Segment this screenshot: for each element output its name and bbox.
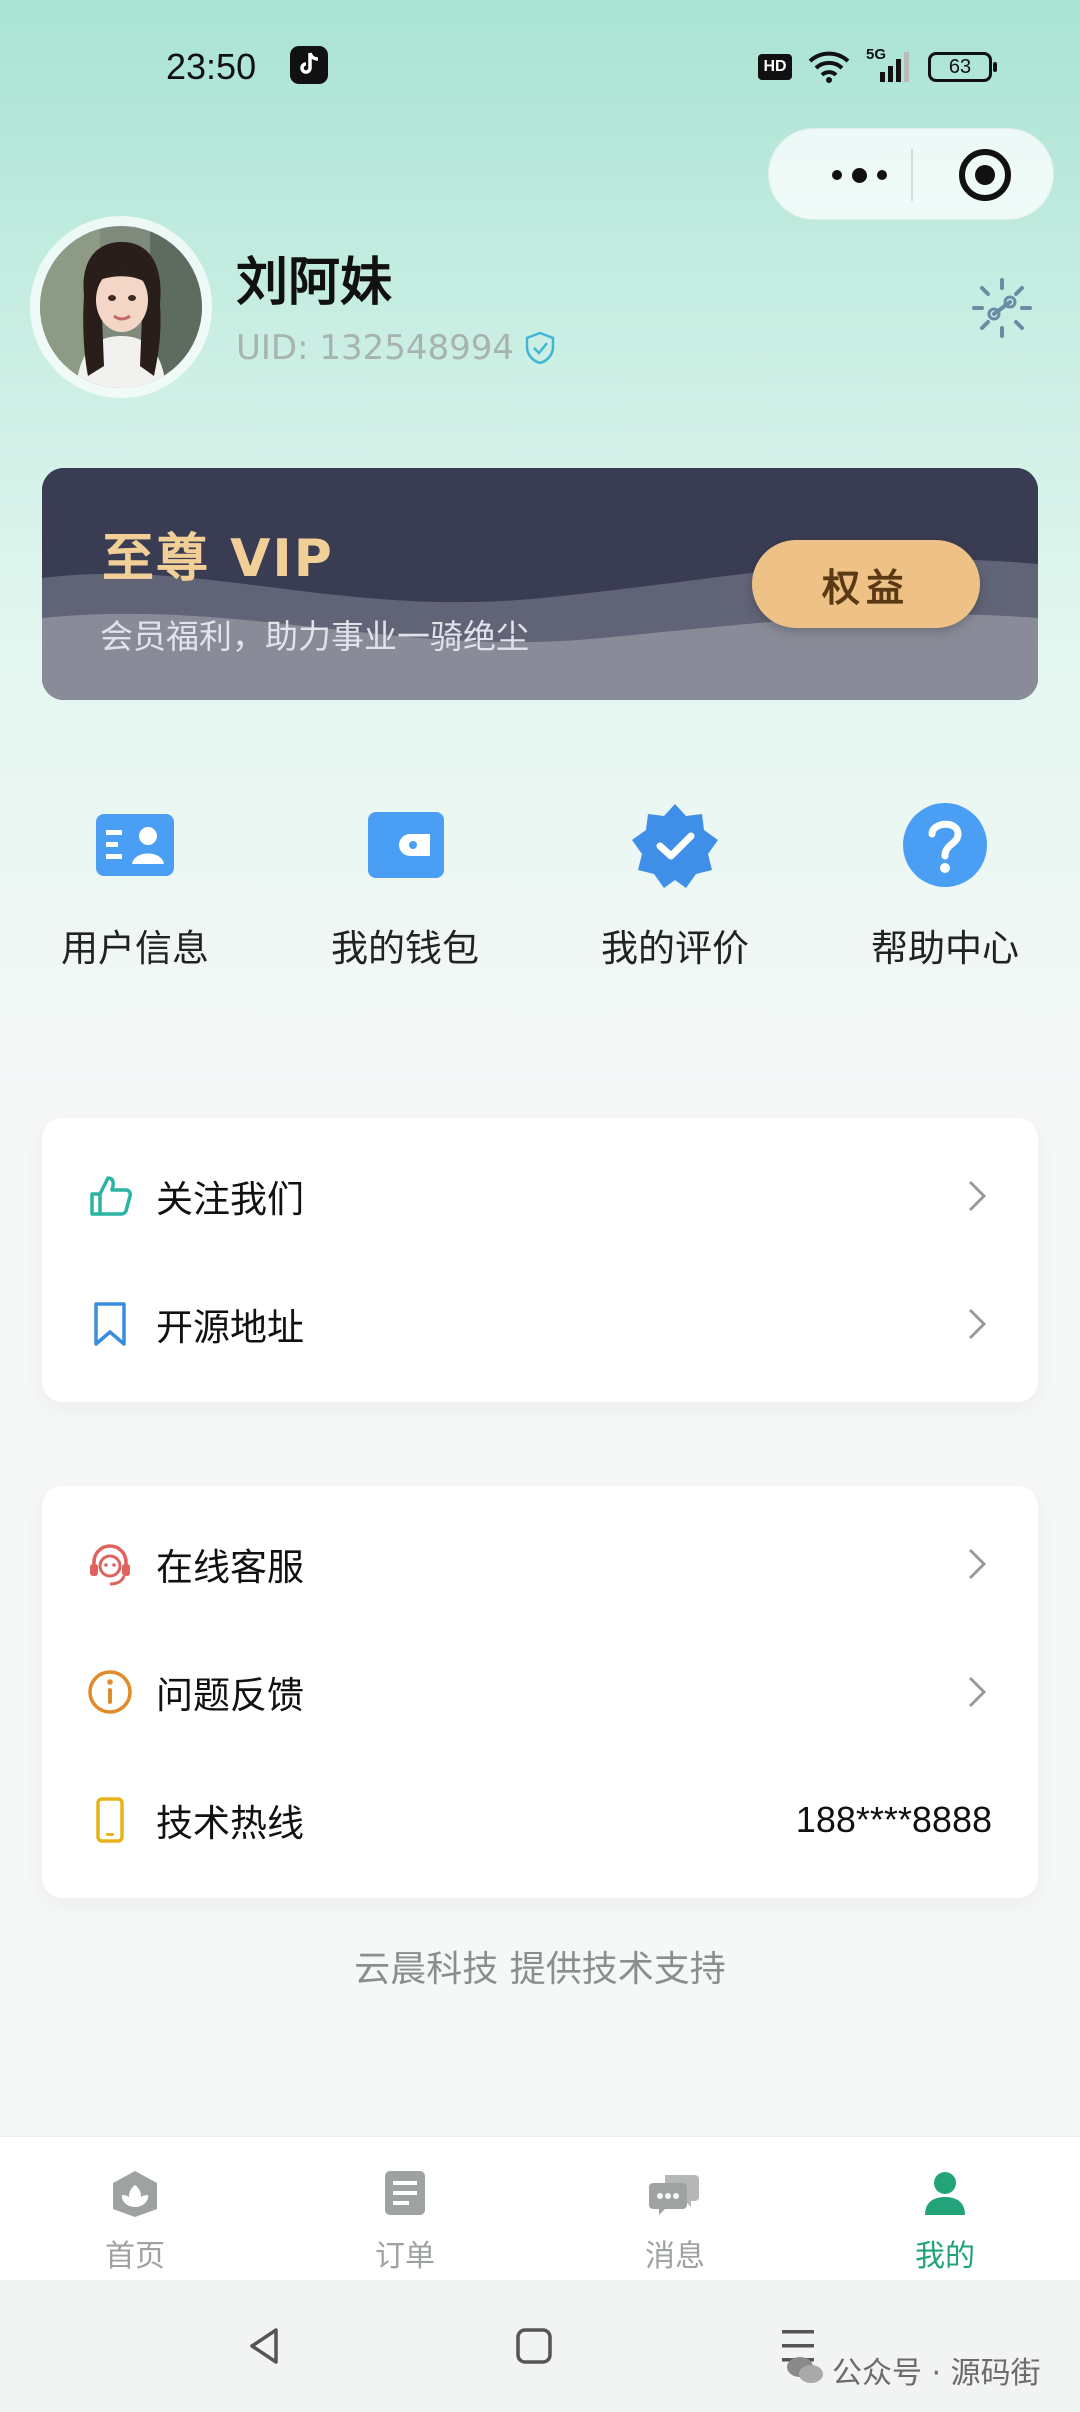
miniprogram-capsule: [768, 128, 1054, 220]
tab-messages[interactable]: 消息: [540, 2167, 810, 2275]
vip-title: 至尊 VIP: [102, 529, 334, 589]
menu-item-hotline[interactable]: 技术热线 188****8888: [42, 1756, 1038, 1884]
verified-shield-icon: [525, 331, 555, 365]
tab-home[interactable]: 首页: [0, 2167, 270, 2275]
tab-profile[interactable]: 我的: [810, 2167, 1080, 2275]
settings-gear-icon[interactable]: [970, 276, 1034, 340]
back-triangle-icon[interactable]: [240, 2322, 288, 2370]
more-options-button[interactable]: [809, 159, 909, 191]
capsule-divider: [911, 149, 913, 201]
network-type: 5G: [866, 46, 887, 63]
message-icon: [649, 2175, 699, 2215]
status-time: 23:50: [166, 46, 257, 87]
thumbs-up-icon: [90, 1176, 132, 1216]
menu-item-label: 开源地址: [156, 1306, 304, 1349]
quick-action-label: 我的评价: [601, 927, 749, 970]
chevron-right-icon: [968, 1308, 987, 1340]
menu-card-support: 在线客服 问题反馈 技术热线 188****8888: [42, 1486, 1038, 1898]
quick-action-label: 我的钱包: [331, 927, 479, 970]
username: 刘阿妹: [236, 253, 393, 313]
menu-card-social: 关注我们 开源地址: [42, 1118, 1038, 1402]
help-icon: [903, 803, 987, 887]
chevron-right-icon: [968, 1676, 987, 1708]
home-square-icon[interactable]: [510, 2322, 558, 2370]
tab-label: 订单: [375, 2239, 435, 2274]
profile-icon: [925, 2172, 965, 2215]
wallet-icon: [368, 812, 444, 878]
quick-action-label: 帮助中心: [871, 927, 1019, 970]
quick-action-label: 用户信息: [61, 927, 209, 970]
user-id-text: UID: 132548994: [236, 328, 515, 368]
tab-label: 消息: [645, 2239, 705, 2274]
bottom-tab-bar: 首页 订单 消息 我的: [0, 2136, 1080, 2280]
chevron-right-icon: [968, 1180, 987, 1212]
menu-item-label: 在线客服: [156, 1546, 304, 1589]
quick-action-help[interactable]: 帮助中心: [810, 800, 1080, 972]
battery-indicator: 63: [928, 52, 997, 82]
status-icons: HD 5G 63: [758, 46, 997, 84]
tab-label: 首页: [105, 2239, 165, 2274]
chevron-right-icon: [968, 1548, 987, 1580]
wifi-icon: [808, 51, 850, 83]
menu-item-label: 技术热线: [156, 1802, 304, 1845]
tiktok-notification-icon: [290, 46, 328, 84]
hd-icon: HD: [758, 54, 792, 80]
phone-icon: [96, 1797, 124, 1843]
wechat-watermark: 公众号 · 源码街: [786, 2348, 1041, 2392]
user-id: UID: 132548994: [236, 328, 556, 368]
vip-banner[interactable]: 至尊 VIP 会员福利，助力事业一骑绝尘 权益: [42, 468, 1038, 700]
info-circle-icon: [88, 1670, 132, 1714]
status-bar: 23:50 HD 5G 63: [0, 40, 1080, 100]
menu-item-label: 关注我们: [156, 1178, 304, 1221]
menu-item-label: 问题反馈: [156, 1674, 304, 1717]
home-leaf-icon: [113, 2171, 157, 2217]
avatar[interactable]: [30, 216, 212, 398]
system-navigation-bar: [0, 2280, 1080, 2412]
vip-subtitle: 会员福利，助力事业一骑绝尘: [100, 617, 529, 656]
quick-action-reviews[interactable]: 我的评价: [540, 800, 810, 972]
menu-item-feedback[interactable]: 问题反馈: [42, 1628, 1038, 1756]
menu-item-open-source[interactable]: 开源地址: [42, 1260, 1038, 1388]
menu-item-online-support[interactable]: 在线客服: [42, 1500, 1038, 1628]
tab-label: 我的: [915, 2239, 975, 2274]
tab-orders[interactable]: 订单: [270, 2167, 540, 2275]
signal-icon: 5G: [866, 46, 912, 84]
tech-support-note: 云晨科技 提供技术支持: [354, 1949, 726, 1990]
close-miniprogram-icon[interactable]: [957, 147, 1013, 203]
menu-item-follow-us[interactable]: 关注我们: [42, 1132, 1038, 1260]
order-list-icon: [385, 2171, 425, 2215]
quick-actions: 用户信息 我的钱包 我的评价 帮助中心: [0, 800, 1080, 980]
watermark-text: 公众号 · 源码街: [832, 2356, 1041, 2391]
wechat-icon: [787, 2357, 823, 2383]
hotline-number: 188****8888: [795, 1799, 992, 1840]
badge-check-icon: [632, 804, 718, 888]
quick-action-wallet[interactable]: 我的钱包: [270, 800, 540, 972]
quick-action-user-info[interactable]: 用户信息: [0, 800, 270, 972]
bookmark-icon: [94, 1302, 126, 1346]
headset-icon: [90, 1544, 130, 1586]
vip-benefits-button[interactable]: 权益: [752, 540, 980, 628]
user-info-card-icon: [96, 814, 174, 876]
